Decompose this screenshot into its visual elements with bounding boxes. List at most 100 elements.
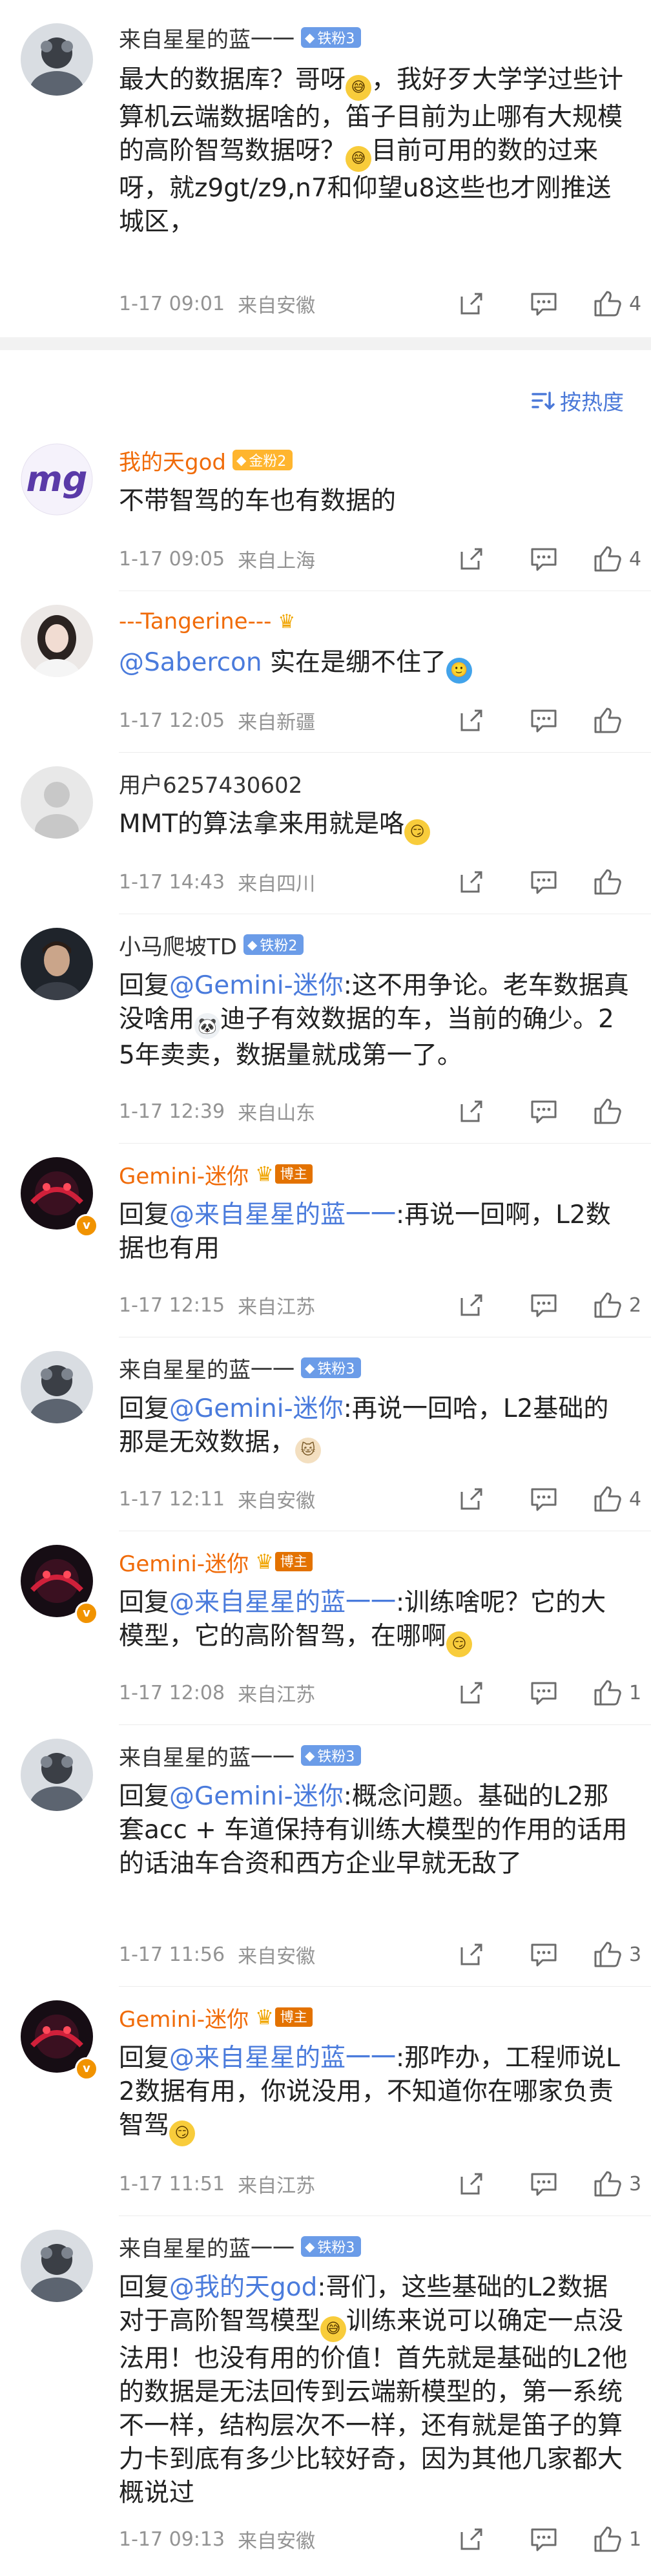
comment-time: 1-17 12:11: [119, 1487, 225, 1511]
user-name-row: 来自星星的蓝一一 ◆ 铁粉3: [119, 22, 362, 54]
reply-icon[interactable]: [528, 1939, 559, 1970]
like-count: 4: [629, 292, 642, 315]
username[interactable]: Gemini-迷你: [119, 1158, 249, 1190]
like-button[interactable]: [593, 706, 642, 735]
comment-time: 1-17 11:51: [119, 2172, 225, 2195]
avatar[interactable]: [21, 2230, 93, 2302]
reply-icon[interactable]: [528, 705, 559, 736]
comment-time: 1-17 12:05: [119, 709, 225, 732]
share-icon[interactable]: [456, 1677, 487, 1708]
comment-location: 来自山东: [238, 1102, 316, 1125]
like-count: 1: [629, 2528, 642, 2551]
mention-link[interactable]: @我的天god: [169, 2273, 317, 2302]
comment-actions: 4: [415, 1480, 642, 1518]
username[interactable]: 来自星星的蓝一一: [119, 2231, 294, 2263]
reply-icon[interactable]: [528, 1290, 559, 1321]
comment-actions: 1: [415, 2520, 642, 2559]
user-name-row: 来自星星的蓝一一 ◆ 铁粉3: [119, 1740, 362, 1772]
reply-icon[interactable]: [528, 1677, 559, 1708]
sort-button[interactable]: 按热度: [532, 384, 624, 417]
share-icon[interactable]: [456, 1483, 487, 1514]
reply-icon[interactable]: [528, 288, 559, 319]
verified-icon: v: [75, 2057, 98, 2080]
username[interactable]: Gemini-迷你: [119, 1546, 249, 1578]
mention-link[interactable]: @Sabercon: [119, 648, 262, 677]
reply-icon[interactable]: [528, 2524, 559, 2555]
avatar[interactable]: mg: [21, 443, 93, 516]
like-button[interactable]: [593, 868, 642, 896]
like-button[interactable]: [593, 1097, 642, 1126]
like-button[interactable]: 3: [593, 1940, 642, 1969]
share-icon[interactable]: [456, 705, 487, 736]
mention-link[interactable]: @来自星星的蓝一一: [169, 1588, 396, 1617]
share-icon[interactable]: [456, 1939, 487, 1970]
sort-label: 按热度: [560, 390, 624, 415]
username[interactable]: 小马爬坡TD: [119, 929, 237, 961]
avatar[interactable]: [21, 1739, 93, 1811]
like-button[interactable]: 1: [593, 1679, 642, 1707]
like-count: 4: [629, 1487, 642, 1511]
author-badge: 博主: [274, 1164, 313, 1184]
avatar[interactable]: [21, 766, 93, 839]
author-badge: 博主: [274, 2007, 313, 2027]
comment-actions: [415, 863, 642, 901]
diamond-icon: ◆: [305, 1360, 315, 1376]
bear-emoji-icon: 🐼: [194, 1013, 221, 1039]
comment-text-run: 实在是绷不住了: [262, 648, 447, 677]
username[interactable]: 来自星星的蓝一一: [119, 22, 294, 54]
like-button[interactable]: 4: [593, 289, 642, 318]
reply-icon[interactable]: [528, 543, 559, 574]
avatar[interactable]: [21, 928, 93, 1000]
mention-link[interactable]: @来自星星的蓝一一: [169, 1200, 396, 1230]
share-icon[interactable]: [456, 288, 487, 319]
sort-icon: [532, 392, 555, 410]
cat-emoji-icon: 🐱: [295, 1438, 322, 1463]
comment-text-run: 最大的数据库？哥呀: [119, 65, 346, 94]
username[interactable]: 用户6257430602: [119, 768, 302, 799]
username[interactable]: 来自星星的蓝一一: [119, 1352, 294, 1384]
user-name-row: 用户6257430602: [119, 768, 302, 799]
share-icon[interactable]: [456, 1096, 487, 1127]
mention-link[interactable]: @Gemini-迷你: [169, 1782, 344, 1811]
username[interactable]: 来自星星的蓝一一: [119, 1740, 294, 1772]
share-icon[interactable]: [456, 1290, 487, 1321]
mention-link[interactable]: @来自星星的蓝一一: [169, 2044, 396, 2073]
like-button[interactable]: 3: [593, 2170, 642, 2198]
comment-text-run: 回复: [119, 2044, 170, 2073]
username[interactable]: ---Tangerine---: [119, 609, 271, 634]
like-count: 3: [629, 1943, 642, 1966]
avatar[interactable]: [21, 605, 93, 677]
reply-icon[interactable]: [528, 2168, 559, 2199]
username[interactable]: Gemini-迷你: [119, 2002, 249, 2033]
reply-icon[interactable]: [528, 1096, 559, 1127]
share-icon[interactable]: [456, 543, 487, 574]
like-button[interactable]: 4: [593, 1485, 642, 1513]
user-name-row: Gemini-迷你 ♛ 博主: [119, 2002, 313, 2033]
share-icon[interactable]: [456, 2168, 487, 2199]
mention-link[interactable]: @Gemini-迷你: [169, 971, 344, 1000]
reply-icon[interactable]: [528, 1483, 559, 1514]
like-button[interactable]: 4: [593, 545, 642, 573]
author-badge: 博主: [274, 1552, 313, 1571]
comment-location: 来自四川: [238, 873, 316, 895]
comment-location: 来自安徽: [238, 1945, 316, 1968]
user-name-row: 来自星星的蓝一一 ◆ 铁粉3: [119, 1352, 362, 1384]
comment-meta: 1-17 11:51 来自江苏 3: [119, 2164, 642, 2203]
username[interactable]: 我的天god: [119, 445, 226, 476]
share-icon[interactable]: [456, 2524, 487, 2555]
comment-text: 回复@来自星星的蓝一一:训练啥呢？它的大模型，它的高阶智驾，在哪啊 😏: [119, 1586, 629, 1657]
avatar[interactable]: [21, 23, 93, 96]
mention-link[interactable]: @Gemini-迷你: [169, 1394, 344, 1423]
fan-badge: ◆ 铁粉3: [301, 2236, 362, 2257]
sweat-emoji-icon: 😅: [346, 146, 372, 172]
comment-actions: 1: [415, 1673, 642, 1712]
fan-badge-label: 铁粉3: [317, 2240, 355, 2256]
like-button[interactable]: 1: [593, 2525, 642, 2553]
comment-meta: 1-17 12:08 来自江苏 1: [119, 1673, 642, 1712]
like-button[interactable]: 2: [593, 1291, 642, 1319]
avatar[interactable]: [21, 1351, 93, 1423]
comment-text: 不带智驾的车也有数据的: [119, 485, 629, 518]
share-icon[interactable]: [456, 866, 487, 897]
reply-icon[interactable]: [528, 866, 559, 897]
comment-meta: 1-17 09:13 来自安徽 1: [119, 2520, 642, 2559]
